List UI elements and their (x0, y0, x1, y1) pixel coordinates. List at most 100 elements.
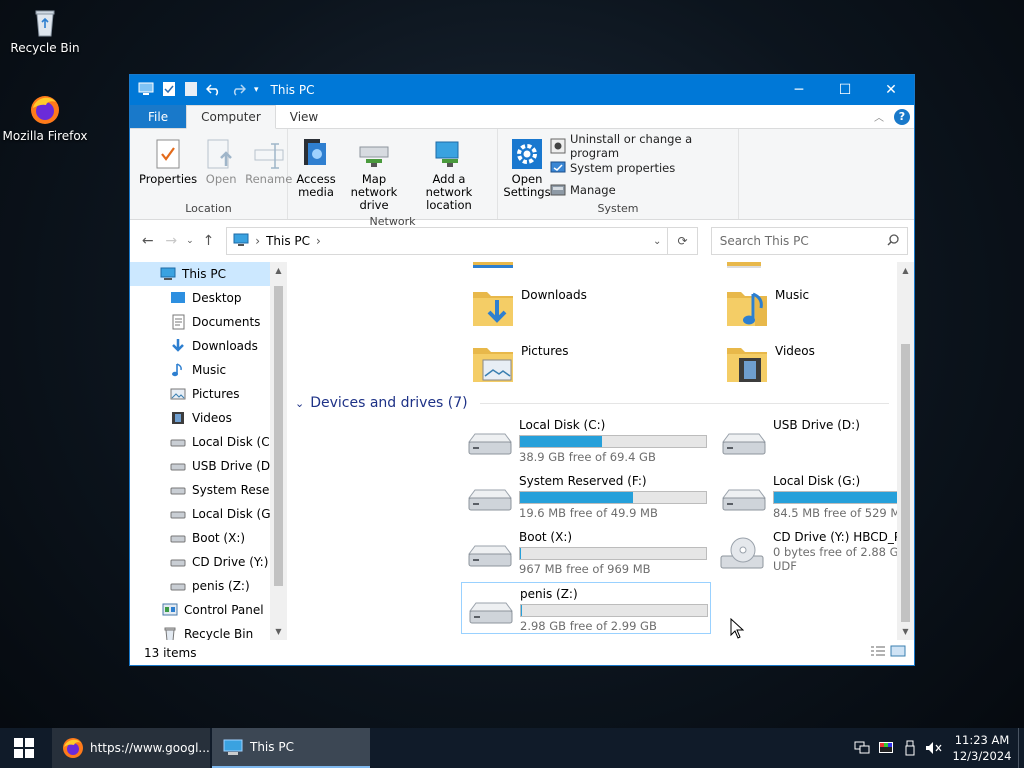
folder-pictures[interactable]: Pictures (471, 342, 711, 386)
drive-tile[interactable]: USB Drive (D:) (715, 414, 914, 466)
hard-drive-icon (465, 534, 513, 574)
system-properties-icon (550, 160, 566, 176)
nav-item-label: Control Panel (184, 603, 264, 617)
folder-name: Downloads (521, 288, 587, 302)
folder-downloads[interactable]: Downloads (471, 286, 711, 330)
this-pc-icon (222, 736, 244, 758)
customize-qa-chevron-icon[interactable]: ▾ (254, 85, 259, 95)
breadcrumb-this-pc[interactable]: This PC (266, 234, 310, 248)
display-icon[interactable] (874, 728, 898, 768)
tab-computer[interactable]: Computer (186, 105, 276, 129)
manage-button[interactable]: Manage (550, 179, 732, 201)
taskbar-item-firefox[interactable]: https://www.googl... (52, 728, 210, 768)
back-button[interactable]: ← (136, 233, 160, 249)
minimize-button[interactable]: ─ (776, 75, 822, 105)
tab-file[interactable]: File (130, 105, 187, 128)
nav-item-desktop[interactable]: Desktop (130, 286, 287, 310)
drive-free-space: 19.6 MB free of 49.9 MB (519, 506, 658, 520)
desktop-icon-recycle-bin[interactable]: Recycle Bin (0, 6, 90, 55)
nav-scrollbar[interactable]: ▲ ▼ (270, 262, 287, 640)
content-scroll-thumb[interactable] (901, 344, 910, 622)
undo-icon[interactable] (205, 82, 222, 99)
clock[interactable]: 11:23 AM 12/3/2024 (946, 732, 1018, 764)
drive-usage-bar (519, 435, 707, 448)
drive-tile[interactable]: Local Disk (C:) 38.9 GB free of 69.4 GB (461, 414, 711, 466)
drive-tile[interactable]: CD Drive (Y:) HBCD_PE_x640 bytes free of… (715, 526, 914, 578)
nav-item-boot-x[interactable]: Boot (X:) (130, 526, 287, 550)
nav-item-music[interactable]: Music (130, 358, 287, 382)
nav-scroll-thumb[interactable] (274, 286, 283, 586)
system-properties-button[interactable]: System properties (550, 157, 732, 179)
nav-item-control-panel[interactable]: Control Panel (130, 598, 287, 622)
drive-free-space: 84.5 MB free of 529 MB (773, 506, 909, 520)
redo-icon[interactable] (230, 82, 247, 99)
nav-item-this-pc[interactable]: This PC (130, 262, 287, 286)
search-input[interactable]: Search This PC (710, 227, 909, 255)
folder-videos[interactable]: Videos (725, 342, 914, 386)
navigation-pane: This PC Desktop Documents Downloads Musi… (130, 262, 287, 640)
videos-folder-icon (725, 342, 769, 386)
nav-item-videos[interactable]: Videos (130, 406, 287, 430)
network-icon[interactable] (850, 728, 874, 768)
folder-music[interactable]: Music (725, 286, 914, 330)
breadcrumb-separator-icon: › (316, 234, 321, 248)
nav-item-cd-drive-y[interactable]: CD Drive (Y:) H (130, 550, 287, 574)
collapse-chevron-icon[interactable]: ⌄ (295, 397, 304, 410)
open-button[interactable]: Open (200, 133, 242, 201)
usb-device-icon[interactable] (898, 728, 922, 768)
drive-tile[interactable]: penis (Z:) 2.98 GB free of 2.99 GB (461, 582, 711, 634)
devices-group-header[interactable]: ⌄ Devices and drives (7) (295, 395, 889, 411)
drive-free-space: 0 bytes free of 2.88 GB (773, 545, 907, 559)
windows-logo-icon (14, 738, 34, 758)
desktop-icon-firefox[interactable]: Mozilla Firefox (0, 94, 90, 143)
nav-item-penis-z[interactable]: penis (Z:) (130, 574, 287, 598)
refresh-button[interactable]: ⟳ (668, 227, 698, 255)
window-title: This PC (270, 83, 315, 97)
content-pane: Downloads Music Pictures Videos ⌄ Device… (287, 262, 914, 640)
large-icons-view-icon[interactable] (890, 645, 906, 660)
show-desktop-button[interactable] (1018, 728, 1024, 768)
drive-tile[interactable]: System Reserved (F:) 19.6 MB free of 49.9… (461, 470, 711, 522)
address-bar-row: ← → ⌄ ↑ › This PC › ⌄ ⟳ Search This PC (130, 220, 914, 262)
scroll-up-icon[interactable]: ▲ (270, 266, 287, 275)
nav-item-local-disk-c[interactable]: Local Disk (C:) (130, 430, 287, 454)
close-button[interactable]: ✕ (868, 75, 914, 105)
nav-item-downloads[interactable]: Downloads (130, 334, 287, 358)
nav-item-recycle-bin[interactable]: Recycle Bin (130, 622, 287, 640)
volume-muted-icon[interactable] (922, 728, 946, 768)
properties-button[interactable]: Properties (136, 133, 200, 201)
recent-locations-chevron-icon[interactable]: ⌄ (183, 236, 197, 246)
up-button[interactable]: ↑ (197, 233, 221, 249)
nav-item-documents[interactable]: Documents (130, 310, 287, 334)
nav-item-local-disk-g[interactable]: Local Disk (G:) (130, 502, 287, 526)
access-media-button[interactable]: Access media (294, 133, 338, 214)
scroll-up-icon[interactable]: ▲ (897, 266, 914, 275)
manage-label: Manage (570, 183, 616, 197)
nav-item-pictures[interactable]: Pictures (130, 382, 287, 406)
tab-view[interactable]: View (276, 105, 332, 128)
map-network-drive-button[interactable]: Map network drive (338, 133, 410, 214)
details-view-icon[interactable] (870, 645, 886, 660)
start-button[interactable] (0, 728, 48, 768)
address-box[interactable]: › This PC › ⌄ (226, 227, 669, 255)
nav-item-system-reserved[interactable]: System Reserved (130, 478, 287, 502)
content-scrollbar[interactable]: ▲ ▼ (897, 262, 914, 640)
forward-button[interactable]: → (160, 233, 184, 249)
open-settings-label: Open Settings (503, 172, 551, 199)
properties-quick-icon[interactable] (162, 81, 176, 100)
music-icon (170, 362, 186, 378)
open-settings-button[interactable]: Open Settings (503, 133, 551, 201)
uninstall-program-button[interactable]: Uninstall or change a program (550, 132, 732, 160)
help-button[interactable]: ? (894, 108, 910, 125)
maximize-button[interactable]: ☐ (822, 75, 868, 105)
address-history-chevron-icon[interactable]: ⌄ (653, 236, 661, 247)
scroll-down-icon[interactable]: ▼ (270, 627, 287, 636)
scroll-down-icon[interactable]: ▼ (897, 627, 914, 636)
nav-item-usb-drive-d[interactable]: USB Drive (D:) (130, 454, 287, 478)
add-network-location-button[interactable]: Add a network location (410, 133, 488, 214)
new-folder-quick-icon[interactable] (184, 81, 198, 100)
drive-tile[interactable]: Local Disk (G:) 84.5 MB free of 529 MB (715, 470, 914, 522)
taskbar-item-this-pc[interactable]: This PC (212, 728, 370, 768)
drive-tile[interactable]: Boot (X:) 967 MB free of 969 MB (461, 526, 711, 578)
collapse-ribbon-chevron-icon[interactable]: ︿ (874, 109, 884, 124)
